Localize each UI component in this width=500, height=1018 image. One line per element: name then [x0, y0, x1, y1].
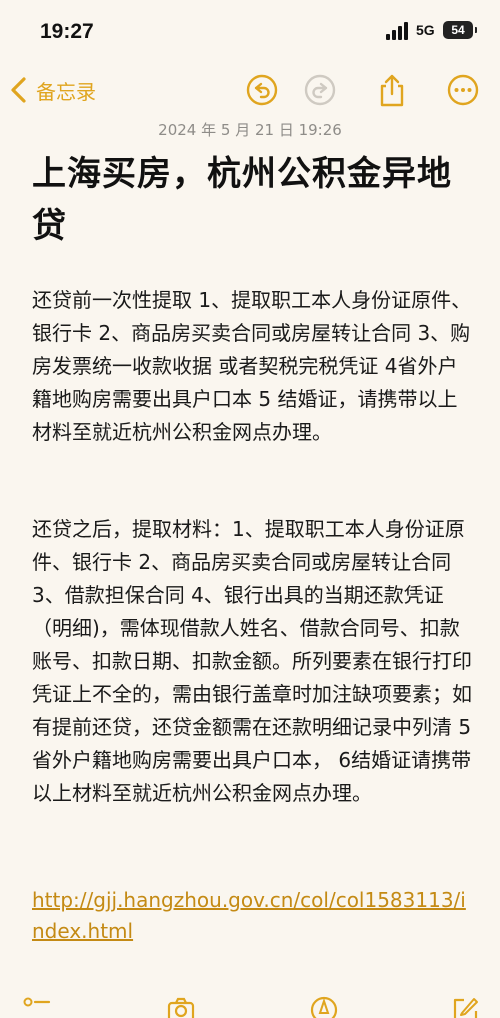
camera-icon — [167, 997, 195, 1018]
redo-icon — [304, 74, 336, 106]
status-time: 19:27 — [40, 20, 94, 43]
undo-icon — [246, 74, 278, 106]
compose-button[interactable] — [450, 994, 480, 1018]
share-button[interactable] — [374, 72, 410, 108]
undo-button[interactable] — [244, 72, 280, 108]
note-date: 2024 年 5 月 21 日 19:26 — [158, 121, 342, 139]
note-link[interactable]: http://gjj.hangzhou.gov.cn/col/col158311… — [32, 885, 472, 947]
camera-button[interactable] — [166, 994, 196, 1018]
back-button[interactable]: 备忘录 — [8, 72, 96, 108]
more-button[interactable] — [445, 72, 481, 108]
nav-bar: 备忘录 — [0, 66, 500, 116]
network-type: 5G — [416, 22, 435, 38]
bottom-toolbar — [0, 990, 500, 1018]
more-icon — [447, 74, 479, 106]
checklist-icon — [23, 997, 51, 1007]
battery-icon: 54 — [443, 21, 477, 39]
chevron-left-icon — [11, 77, 26, 103]
signal-icon — [386, 22, 412, 40]
note-title[interactable]: 上海买房，杭州公积金异地贷 — [32, 148, 482, 252]
back-label: 备忘录 — [36, 79, 96, 104]
redo-button[interactable] — [302, 72, 338, 108]
note-paragraph[interactable]: 还贷之后，提取材料：1、提取职工本人身份证原件、银行卡 2、商品房买卖合同或房屋… — [32, 513, 472, 810]
share-icon — [380, 74, 404, 107]
checklist-button[interactable] — [22, 994, 52, 1018]
note-paragraph[interactable]: 还贷前一次性提取 1、提取职工本人身份证原件、银行卡 2、商品房买卖合同或房屋转… — [32, 284, 472, 449]
status-bar: 19:27 5G 54 — [0, 0, 500, 60]
markup-icon — [310, 996, 338, 1018]
markup-button[interactable] — [309, 994, 339, 1018]
compose-icon — [453, 998, 478, 1018]
